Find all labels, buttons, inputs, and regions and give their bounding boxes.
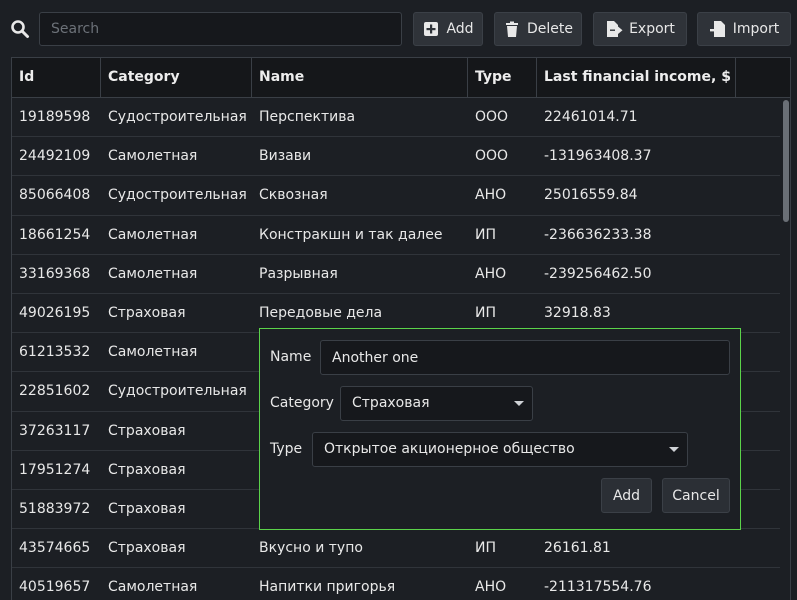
cell-category: Судостроительная — [108, 383, 247, 400]
search-icon — [10, 19, 30, 39]
column-header-income[interactable]: Last financial income, $ — [537, 58, 736, 97]
cell-category: Судостроительная — [108, 109, 247, 125]
import-button[interactable]: Import — [697, 12, 791, 46]
cell-type: АНО — [475, 579, 507, 596]
cell-income: -211317554.76 — [544, 579, 652, 596]
table-row[interactable]: 43574665 Страховая Вкусно и тупо ИП 26161.81 — [12, 529, 780, 569]
cell-category: Страховая — [108, 540, 186, 557]
cell-income: 25016559.84 — [544, 187, 638, 204]
cell-income: -239256462.50 — [544, 265, 652, 282]
cell-name: Вкусно и тупо — [259, 540, 363, 557]
dialog-add-button[interactable]: Add — [601, 478, 652, 513]
table-row[interactable]: 24492109 Самолетная Визави ООО -131963408.37 — [12, 137, 780, 177]
name-field[interactable] — [320, 340, 730, 375]
cell-category: Самолетная — [108, 148, 198, 165]
column-header-name[interactable]: Name — [252, 58, 468, 97]
add-record-dialog: Name Category Страховая Type Открытое ак… — [259, 328, 741, 530]
column-header-category[interactable]: Category — [101, 58, 252, 97]
cell-name: Разрывная — [259, 265, 338, 282]
cell-category: Страховая — [108, 422, 186, 439]
name-label: Name — [270, 349, 312, 365]
cell-category: Самолетная — [108, 579, 198, 596]
export-button-label: Export — [629, 21, 675, 37]
cell-id: 17951274 — [19, 461, 91, 478]
cell-id: 43574665 — [19, 540, 91, 557]
cell-type: АНО — [475, 265, 507, 282]
type-label: Type — [270, 441, 303, 457]
table-row[interactable]: 33169368 Самолетная Разрывная АНО -239256462… — [12, 255, 780, 294]
cell-income: 26161.81 — [544, 540, 611, 557]
trash-icon — [506, 21, 518, 37]
cell-id: 19189598 — [19, 109, 91, 125]
cell-id: 24492109 — [19, 148, 91, 165]
cell-id: 85066408 — [19, 187, 91, 204]
chevron-down-icon — [514, 401, 524, 406]
table-row[interactable]: 85066408 Судостроительная Сквозная АНО 25016… — [12, 176, 780, 216]
delete-button-label: Delete — [527, 21, 573, 37]
search-input[interactable] — [39, 12, 402, 46]
cell-type: ООО — [475, 148, 509, 165]
add-button[interactable]: Add — [413, 12, 483, 46]
cell-name: Визави — [259, 148, 312, 165]
type-select[interactable]: Открытое акционерное общество — [312, 432, 688, 467]
export-button[interactable]: Export — [593, 12, 687, 46]
cell-name: Перспектива — [259, 109, 356, 125]
cell-income: -131963408.37 — [544, 148, 652, 165]
category-select-value: Страховая — [352, 395, 430, 411]
cell-category: Самолетная — [108, 226, 198, 243]
table-row[interactable]: 18661254 Самолетная Констракшн и так далее… — [12, 216, 780, 255]
cell-name: Сквозная — [259, 187, 328, 204]
toolbar: Add Delete Export Import — [0, 0, 797, 57]
cell-id: 37263117 — [19, 422, 91, 439]
vertical-scrollbar[interactable] — [781, 98, 790, 600]
cell-type: ИП — [475, 540, 496, 557]
cell-name: Напитки пригорья — [259, 579, 396, 596]
header-filler — [736, 58, 790, 97]
column-header-type[interactable]: Type — [468, 58, 537, 97]
cell-category: Страховая — [108, 461, 186, 478]
cell-type: АНО — [475, 187, 507, 204]
cell-category: Самолетная — [108, 344, 198, 361]
cell-category: Страховая — [108, 304, 186, 321]
cell-category: Судостроительная — [108, 187, 247, 204]
cell-type: ООО — [475, 109, 509, 125]
category-select[interactable]: Страховая — [340, 386, 533, 421]
cell-id: 61213532 — [19, 344, 91, 361]
cell-id: 18661254 — [19, 226, 91, 243]
table-row[interactable]: 40519657 Самолетная Напитки пригорья АНО -21… — [12, 568, 780, 600]
cell-name: Констракшн и так далее — [259, 226, 443, 243]
cell-type: ИП — [475, 226, 496, 243]
cell-id: 33169368 — [19, 265, 91, 282]
category-label: Category — [270, 395, 334, 411]
cell-category: Страховая — [108, 500, 186, 517]
file-export-icon — [607, 21, 623, 37]
import-button-label: Import — [732, 21, 780, 37]
table-header: Id Category Name Type Last financial inc… — [12, 58, 790, 98]
cell-id: 49026195 — [19, 304, 91, 321]
cell-income: 22461014.71 — [544, 109, 638, 125]
cell-id: 22851602 — [19, 383, 91, 400]
scrollbar-thumb[interactable] — [783, 100, 789, 222]
cell-id: 51883972 — [19, 500, 91, 517]
table-row[interactable]: 19189598 Судостроительная Перспектива ООО 22… — [12, 98, 780, 138]
dialog-cancel-button[interactable]: Cancel — [662, 478, 730, 513]
delete-button[interactable]: Delete — [494, 12, 582, 46]
cell-category: Самолетная — [108, 265, 198, 282]
chevron-down-icon — [669, 447, 679, 452]
type-select-value: Открытое акционерное общество — [324, 441, 575, 457]
plus-square-icon — [424, 22, 439, 36]
file-import-icon — [709, 21, 725, 37]
cell-id: 40519657 — [19, 579, 91, 596]
add-button-label: Add — [446, 21, 474, 37]
cell-income: -236636233.38 — [544, 226, 652, 243]
column-header-id[interactable]: Id — [12, 58, 101, 97]
